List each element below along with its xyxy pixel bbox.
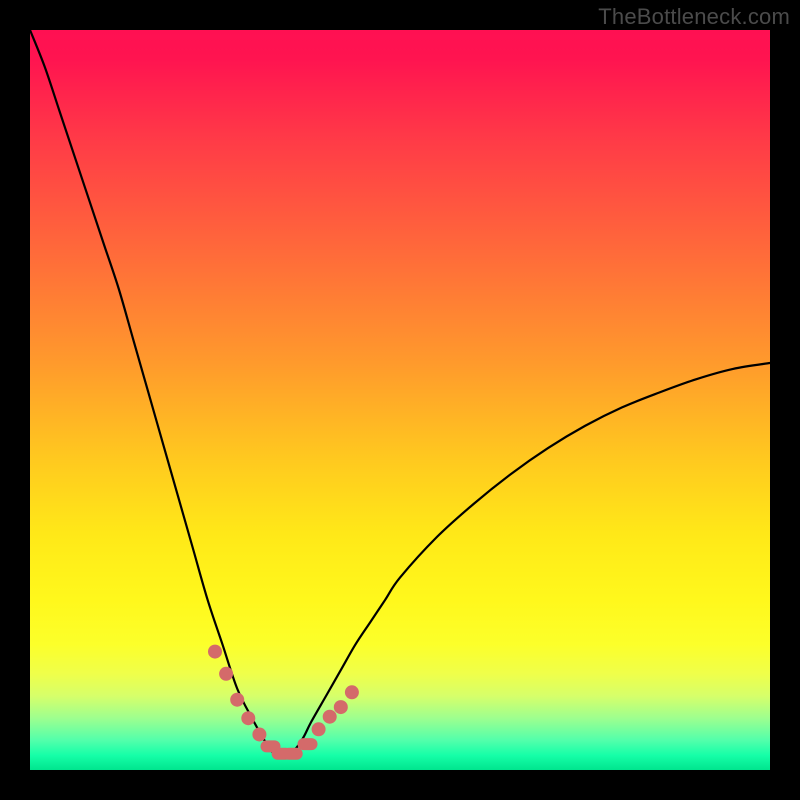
valley-marker (345, 685, 359, 699)
valley-markers (208, 645, 359, 760)
valley-marker (323, 710, 337, 724)
valley-marker (283, 748, 303, 760)
bottleneck-curve-svg (30, 30, 770, 770)
valley-marker (208, 645, 222, 659)
chart-frame: TheBottleneck.com (0, 0, 800, 800)
valley-marker (298, 738, 318, 750)
watermark-text: TheBottleneck.com (598, 4, 790, 30)
valley-marker (241, 711, 255, 725)
valley-marker (334, 700, 348, 714)
valley-marker (230, 693, 244, 707)
plot-area (30, 30, 770, 770)
valley-marker (219, 667, 233, 681)
bottleneck-curve (30, 30, 770, 755)
valley-marker (252, 727, 266, 741)
valley-marker (312, 722, 326, 736)
